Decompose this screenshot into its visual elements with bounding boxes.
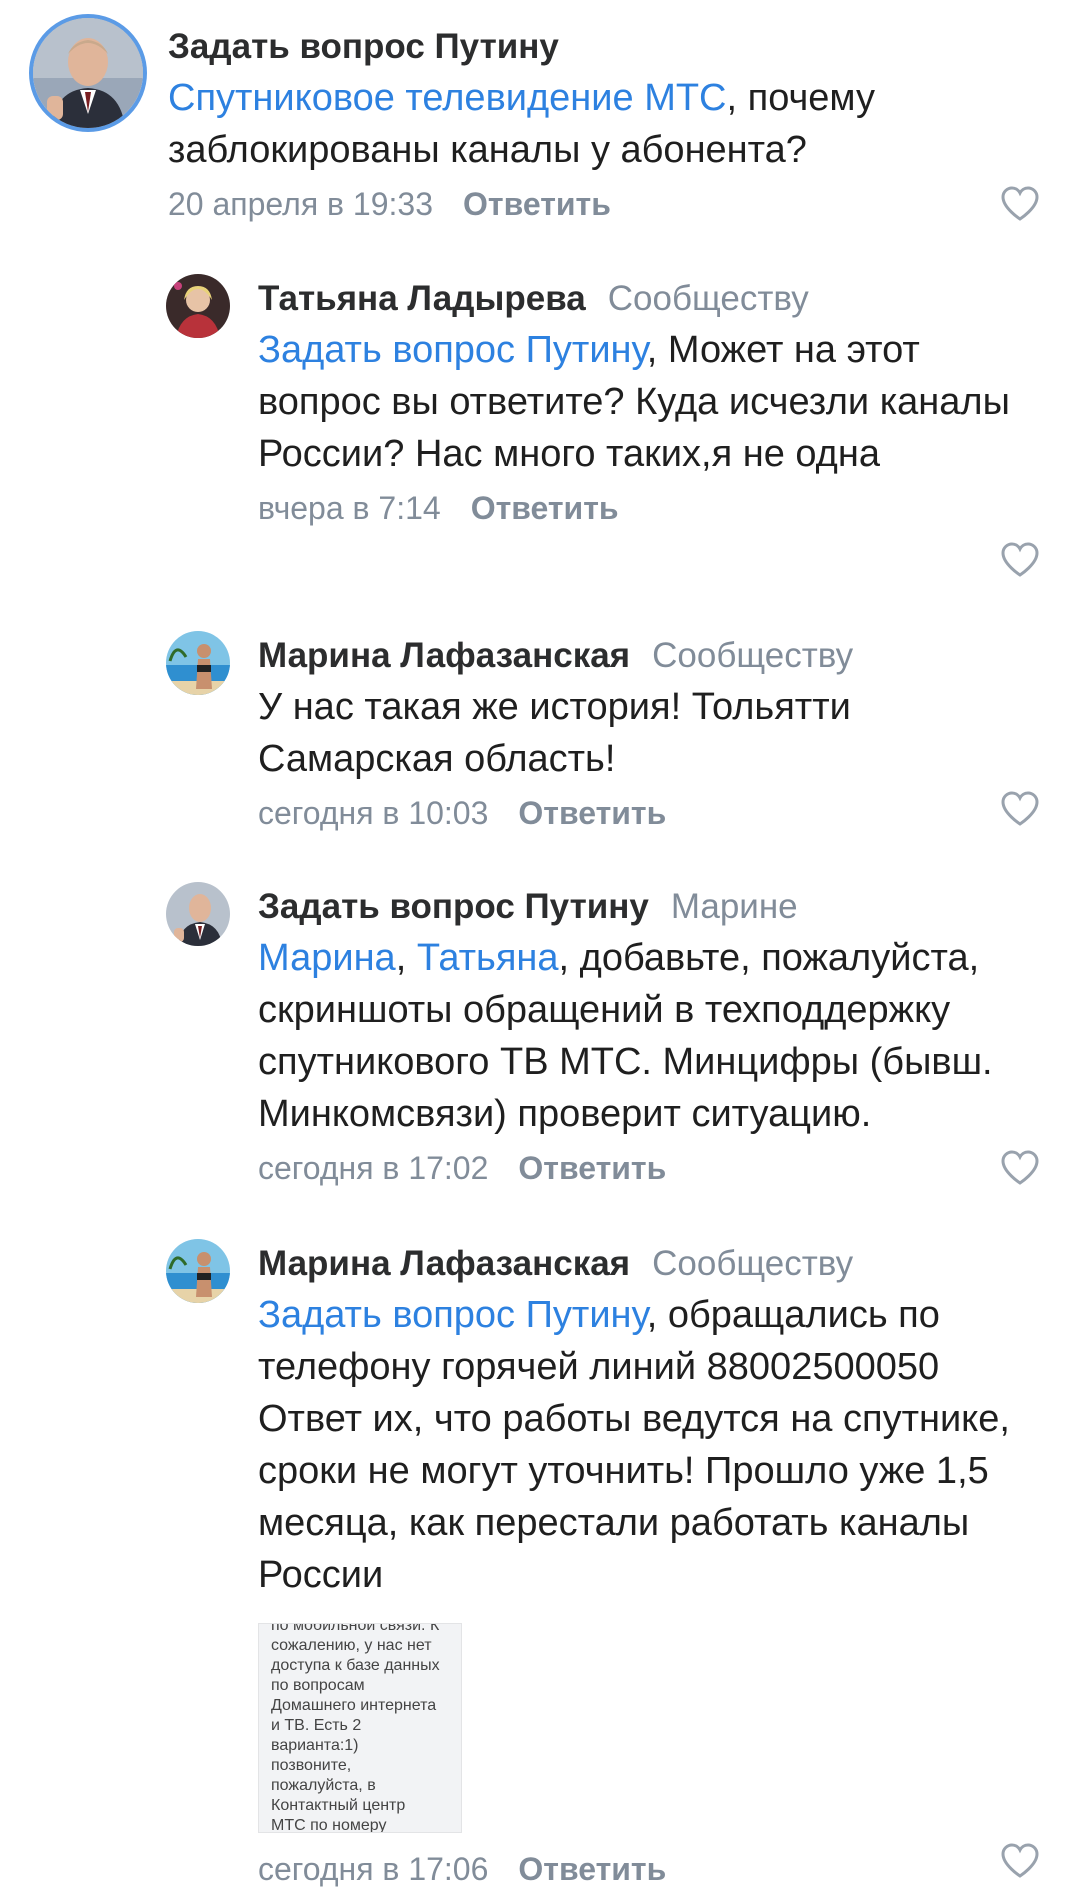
mention-link[interactable]: Задать вопрос Путину <box>258 329 647 371</box>
timestamp: вчера в 7:14 <box>258 490 441 526</box>
comment-body: Марина Лафазанская Сообществу У нас такая… <box>258 635 1040 835</box>
author-name[interactable]: Задать вопрос Путину <box>168 27 559 66</box>
avatar[interactable] <box>166 631 230 695</box>
comment-text: Задать вопрос Путину, обращались по теле… <box>258 1289 1040 1601</box>
attachment-line: МТС по номеру <box>271 1817 387 1833</box>
comment-meta: 20 апреля в 19:33 Ответить <box>168 182 1040 226</box>
beach-photo-avatar <box>166 631 230 695</box>
comment-text: Спутниковое телевидение МТС, почему забл… <box>168 72 1040 176</box>
mention-separator: , <box>395 937 417 979</box>
comment-meta: вчера в 7:14 Ответить <box>258 486 1040 530</box>
timestamp: сегодня в 17:02 <box>258 1150 489 1186</box>
mention-link[interactable]: Спутниковое телевидение МТС <box>168 77 727 119</box>
attachment-line: позвоните, <box>271 1757 352 1774</box>
comment-body: Задать вопрос Путину Марине Марина, Татья… <box>258 886 1040 1190</box>
attachment-line: варианта:1) <box>271 1737 359 1754</box>
comment-header: Марина Лафазанская Сообществу <box>258 635 1040 677</box>
recipient-label[interactable]: Сообществу <box>652 1244 853 1283</box>
mention-link[interactable]: Задать вопрос Путину <box>258 1294 647 1336</box>
recipient-label[interactable]: Сообществу <box>608 279 809 318</box>
timestamp: сегодня в 17:06 <box>258 1851 489 1887</box>
comment-header: Задать вопрос Путину Марине <box>258 886 1040 928</box>
comment-header: Задать вопрос Путину <box>168 26 1040 68</box>
comment-header: Татьяна Ладырева Сообществу <box>258 278 1040 320</box>
reply-button[interactable]: Ответить <box>518 1150 666 1186</box>
comment-meta: сегодня в 17:02 Ответить <box>258 1146 1040 1190</box>
avatar[interactable] <box>166 274 230 338</box>
comment-body: Татьяна Ладырева Сообществу Задать вопрос… <box>258 278 1040 530</box>
comment-body: Задать вопрос Путину Спутниковое телевид… <box>168 26 1040 226</box>
recipient-label[interactable]: Сообществу <box>652 636 853 675</box>
comment-text-body: У нас такая же история! Тольятти Самарск… <box>258 686 851 780</box>
attachment-line: пожалуйста, в <box>271 1777 376 1794</box>
attachment-line: Домашнего интернета <box>271 1697 437 1714</box>
attachment-line: Контактный центр <box>271 1797 406 1814</box>
heart-outline-icon[interactable] <box>1000 1150 1040 1186</box>
mention-link[interactable]: Марина <box>258 937 396 979</box>
heart-outline-icon[interactable] <box>1000 186 1040 222</box>
heart-outline-icon[interactable] <box>1000 791 1040 827</box>
avatar[interactable] <box>166 882 230 946</box>
recipient-label[interactable]: Марине <box>671 887 798 926</box>
attachment-text: по мобильной связи. К сожалению, у нас н… <box>271 1623 449 1833</box>
author-name[interactable]: Марина Лафазанская <box>258 636 630 675</box>
comment-body: Марина Лафазанская Сообществу Задать вопр… <box>258 1243 1040 1891</box>
avatar[interactable] <box>29 14 147 132</box>
avatar[interactable] <box>166 1239 230 1303</box>
woman-portrait-avatar <box>166 274 230 338</box>
timestamp: сегодня в 10:03 <box>258 795 489 831</box>
comment-meta: сегодня в 10:03 Ответить <box>258 791 1040 835</box>
author-name[interactable]: Марина Лафазанская <box>258 1244 630 1283</box>
author-name[interactable]: Задать вопрос Путину <box>258 887 649 926</box>
comment-text: Задать вопрос Путину, Может на этот вопр… <box>258 324 1040 480</box>
reply-button[interactable]: Ответить <box>518 795 666 831</box>
reply-button[interactable]: Ответить <box>471 490 619 526</box>
reply-button[interactable]: Ответить <box>518 1851 666 1887</box>
attachment-line: доступа к базе данных <box>271 1657 440 1674</box>
comment-meta: сегодня в 17:06 Ответить <box>258 1847 1040 1891</box>
comment-text: У нас такая же история! Тольятти Самарск… <box>258 681 1040 785</box>
comment-text: Марина, Татьяна, добавьте, пожалуйста, с… <box>258 932 1040 1140</box>
comment-text-body: , обращались по телефону горячей линий 8… <box>258 1294 1010 1596</box>
reply-button[interactable]: Ответить <box>463 186 611 222</box>
mention-link[interactable]: Татьяна <box>417 937 559 979</box>
putin-portrait-avatar <box>166 882 230 946</box>
timestamp: 20 апреля в 19:33 <box>168 186 433 222</box>
author-name[interactable]: Татьяна Ладырева <box>258 279 586 318</box>
beach-photo-avatar <box>166 1239 230 1303</box>
attachment-line: сожалению, у нас нет <box>271 1637 432 1654</box>
heart-outline-icon[interactable] <box>1000 1843 1040 1879</box>
comment-header: Марина Лафазанская Сообществу <box>258 1243 1040 1285</box>
attachment-line: по мобильной связи. К <box>271 1623 440 1634</box>
putin-portrait-avatar <box>33 18 143 128</box>
attachment-line: по вопросам <box>271 1677 365 1694</box>
attachment-screenshot[interactable]: по мобильной связи. К сожалению, у нас н… <box>258 1623 462 1833</box>
heart-outline-icon[interactable] <box>1000 542 1040 578</box>
attachment-line: и ТВ. Есть 2 <box>271 1717 362 1734</box>
